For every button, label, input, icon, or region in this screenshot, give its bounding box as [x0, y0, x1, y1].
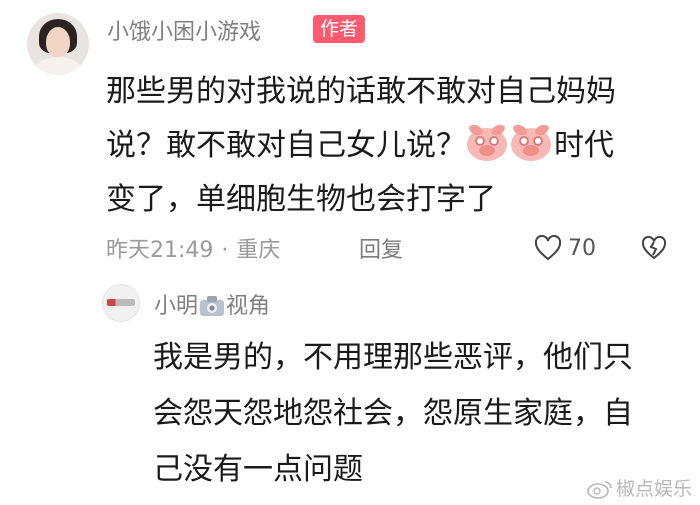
avatar-face — [46, 27, 70, 57]
comment-time: 昨天21:49 — [106, 238, 214, 263]
comment-line-text: 说？敢不敢对自己女儿说？ — [106, 128, 466, 163]
comment-line: 那些男的对我说的话敢不敢对自己妈妈 — [106, 74, 616, 109]
reply-button[interactable]: 回复 — [359, 232, 403, 264]
comment-line: 说？敢不敢对自己女儿说？ 时代 — [106, 119, 674, 173]
camera-icon — [200, 296, 225, 316]
comment-username[interactable]: 小饿小困小游戏 — [107, 14, 261, 46]
comment-body: 那些男的对我说的话敢不敢对自己妈妈 说？敢不敢对自己女儿说？ 时代 变了，单细胞生… — [106, 65, 674, 227]
reply-line: 会怨天怨地怨社会，怨原生家庭，自 — [153, 396, 633, 431]
reply-username-suffix: 视角 — [226, 294, 271, 319]
comment-line: 变了，单细胞生物也会打字了 — [106, 182, 496, 217]
pig-face-icon — [510, 122, 552, 162]
like-button[interactable]: 70 — [534, 232, 596, 264]
pig-face-icon — [466, 122, 508, 162]
avatar-shoulders — [33, 57, 83, 75]
watermark-text: 椒点娱乐 — [616, 478, 693, 500]
meta-separator: · — [221, 238, 229, 263]
reply-body: 我是男的，不用理那些恶评，他们只 会怨天怨地怨社会，怨原生家庭，自 己没有一点问… — [153, 330, 693, 498]
comment-location: 重庆 — [236, 238, 281, 263]
author-badge: 作者 — [313, 15, 366, 43]
reply-avatar[interactable] — [102, 284, 140, 322]
reply-line: 我是男的，不用理那些恶评，他们只 — [153, 340, 633, 375]
heart-icon — [534, 235, 562, 261]
avatar[interactable] — [27, 13, 89, 75]
reply-username-prefix: 小明 — [154, 294, 199, 319]
like-count: 70 — [568, 235, 596, 261]
comment-meta: 昨天21:49 · 重庆 — [106, 232, 280, 264]
broken-heart-icon[interactable] — [641, 236, 667, 260]
comment-line-text: 时代 — [554, 128, 614, 163]
watermark: 椒点娱乐 — [587, 474, 692, 501]
weibo-icon — [587, 481, 612, 499]
reply-username[interactable]: 小明 视角 — [154, 288, 270, 320]
reply-avatar-logo — [107, 299, 135, 306]
